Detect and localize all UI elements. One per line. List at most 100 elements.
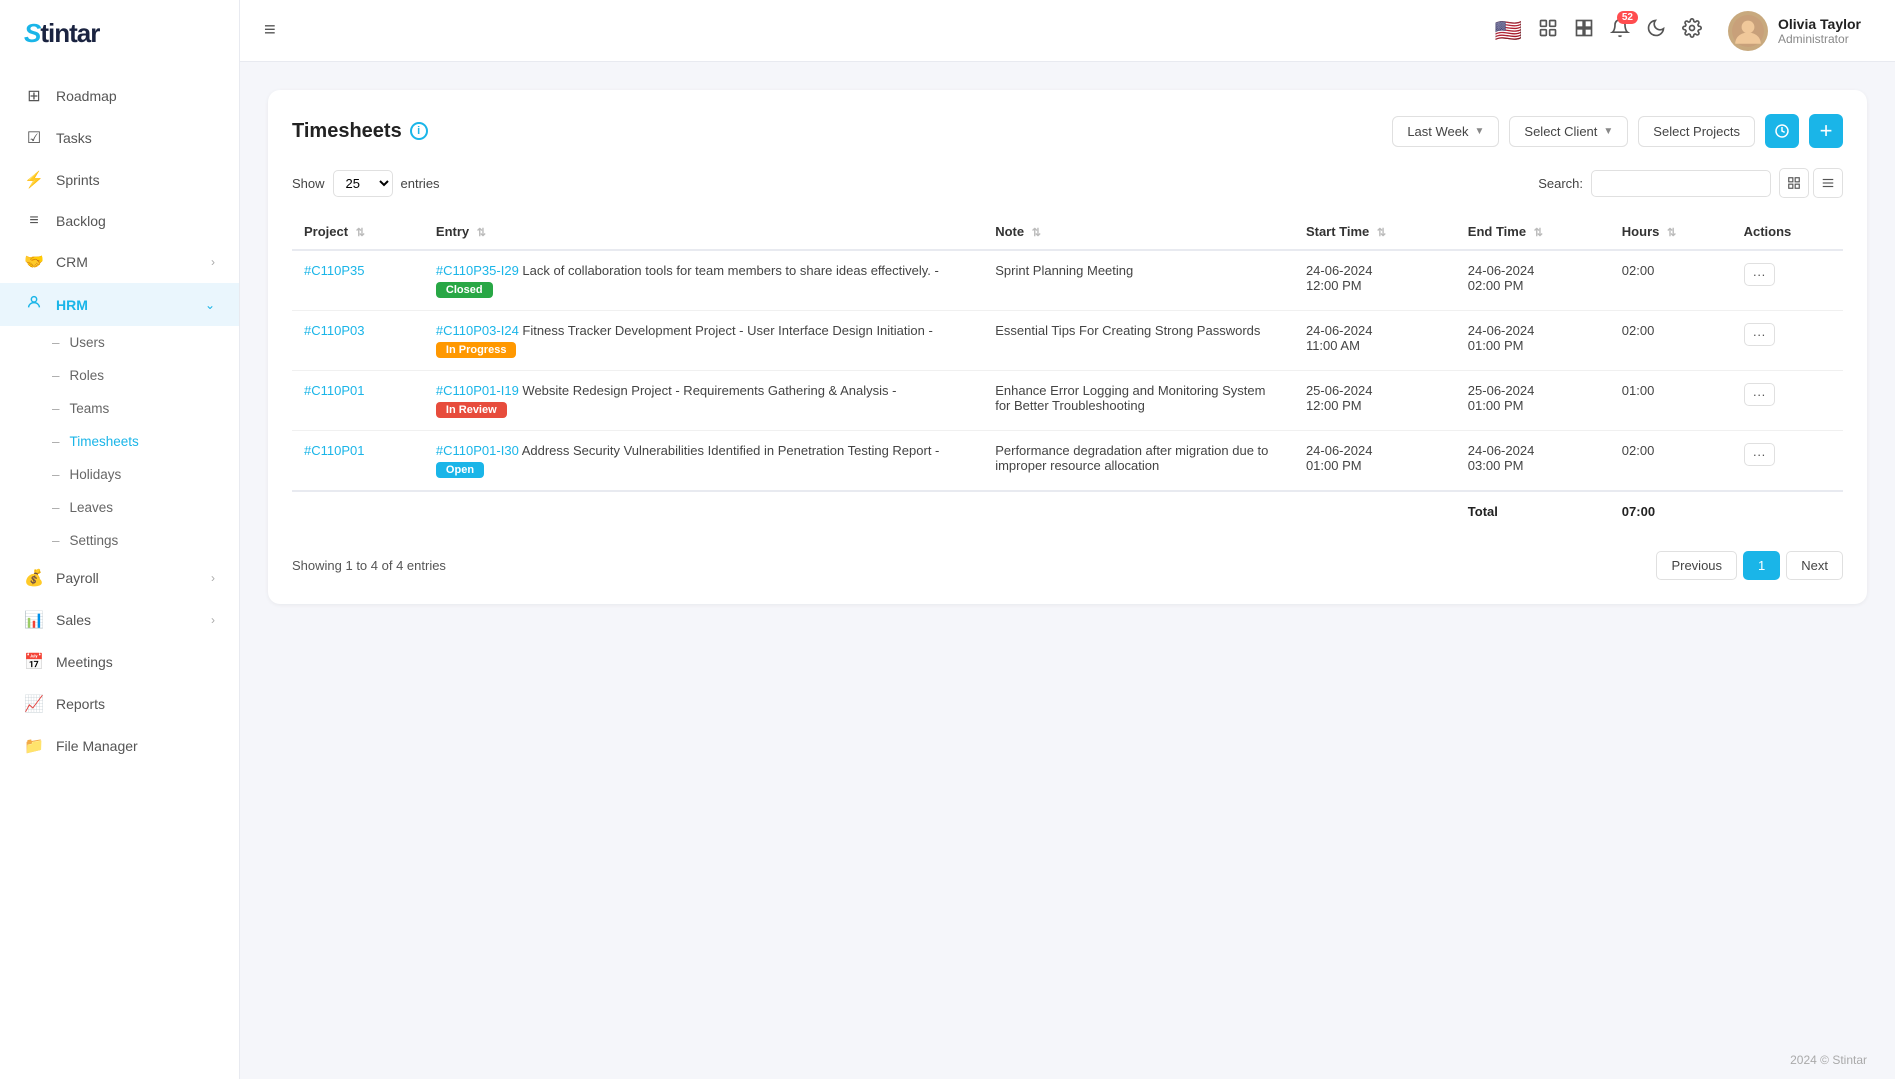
sort-icon: ⇅ xyxy=(356,227,365,239)
cell-start-time-0: 24-06-202412:00 PM xyxy=(1294,250,1456,311)
timesheets-header: Timesheets i Last Week ▼ Select Client ▼ xyxy=(292,114,1843,148)
total-hours: 07:00 xyxy=(1610,491,1732,531)
meetings-icon: 📅 xyxy=(24,652,44,672)
sidebar-item-meetings[interactable]: 📅 Meetings xyxy=(0,641,239,683)
sidebar-nav: ⊞ Roadmap ☑ Tasks ⚡ Sprints ≡ Backlog 🤝 … xyxy=(0,67,239,1079)
info-icon[interactable]: i xyxy=(410,122,428,140)
sidebar-item-roadmap[interactable]: ⊞ Roadmap xyxy=(0,75,239,117)
sort-icon: ⇅ xyxy=(1377,227,1386,239)
col-start-time[interactable]: Start Time ⇅ xyxy=(1294,214,1456,250)
row-actions-button-1[interactable]: ··· xyxy=(1744,323,1775,346)
cell-project-2: #C110P01 xyxy=(292,371,424,431)
sidebar-item-label: Sprints xyxy=(56,172,100,188)
apps-grid-icon[interactable] xyxy=(1538,18,1558,43)
project-link-0[interactable]: #C110P35 xyxy=(304,263,364,278)
table-row: #C110P01 #C110P01-I19 Website Redesign P… xyxy=(292,371,1843,431)
sidebar-item-backlog[interactable]: ≡ Backlog xyxy=(0,201,239,241)
last-week-filter[interactable]: Last Week ▼ xyxy=(1392,116,1499,147)
language-flag-icon[interactable]: 🇺🇸 xyxy=(1495,18,1522,44)
sidebar-sub-item-leaves[interactable]: Leaves xyxy=(0,491,239,524)
cell-note-0: Sprint Planning Meeting xyxy=(983,250,1294,311)
sidebar-sub-item-holidays[interactable]: Holidays xyxy=(0,458,239,491)
grid-view-button[interactable] xyxy=(1779,168,1809,198)
entry-link-1[interactable]: #C110P03-I24 xyxy=(436,323,519,338)
settings-gear-icon[interactable] xyxy=(1682,18,1702,43)
sidebar-item-label: Tasks xyxy=(56,130,92,146)
sort-icon: ⇅ xyxy=(477,227,486,239)
sidebar-item-sprints[interactable]: ⚡ Sprints xyxy=(0,159,239,201)
hrm-arrow-icon: ⌄ xyxy=(205,298,215,312)
entry-link-3[interactable]: #C110P01-I30 xyxy=(436,443,519,458)
entry-link-0[interactable]: #C110P35-I29 xyxy=(436,263,519,278)
user-profile-area[interactable]: Olivia Taylor Administrator xyxy=(1718,5,1871,57)
logo-text: Stintar xyxy=(24,18,99,49)
sidebar-item-file-manager[interactable]: 📁 File Manager xyxy=(0,725,239,767)
sort-icon: ⇅ xyxy=(1032,227,1041,239)
project-link-2[interactable]: #C110P01 xyxy=(304,383,364,398)
sidebar-sub-item-timesheets[interactable]: Timesheets xyxy=(0,425,239,458)
col-entry[interactable]: Entry ⇅ xyxy=(424,214,983,250)
chevron-down-icon: ▼ xyxy=(1603,126,1613,137)
table-row: #C110P35 #C110P35-I29 Lack of collaborat… xyxy=(292,250,1843,311)
avatar xyxy=(1728,11,1768,51)
row-actions-button-3[interactable]: ··· xyxy=(1744,443,1775,466)
select-client-filter[interactable]: Select Client ▼ xyxy=(1509,116,1628,147)
sidebar-sub-item-teams[interactable]: Teams xyxy=(0,392,239,425)
col-end-time[interactable]: End Time ⇅ xyxy=(1456,214,1610,250)
hamburger-button[interactable]: ≡ xyxy=(264,19,276,42)
sidebar-item-reports[interactable]: 📈 Reports xyxy=(0,683,239,725)
row-actions-button-2[interactable]: ··· xyxy=(1744,383,1775,406)
list-view-button[interactable] xyxy=(1813,168,1843,198)
page-1-button[interactable]: 1 xyxy=(1743,551,1780,580)
cell-hours-1: 02:00 xyxy=(1610,311,1732,371)
sidebar-item-payroll[interactable]: 💰 Payroll › xyxy=(0,557,239,599)
previous-button[interactable]: Previous xyxy=(1656,551,1737,580)
search-input[interactable] xyxy=(1591,170,1771,197)
sidebar-item-label: CRM xyxy=(56,254,88,270)
entry-link-2[interactable]: #C110P01-I19 xyxy=(436,383,519,398)
dark-mode-icon[interactable] xyxy=(1646,18,1666,43)
roles-label: Roles xyxy=(70,368,105,383)
backlog-icon: ≡ xyxy=(24,212,44,230)
cell-actions-2: ··· xyxy=(1732,371,1843,431)
pagination-area: Showing 1 to 4 of 4 entries Previous 1 N… xyxy=(292,551,1843,580)
timer-button[interactable] xyxy=(1765,114,1799,148)
search-area: Search: xyxy=(1538,168,1843,198)
sidebar-item-tasks[interactable]: ☑ Tasks xyxy=(0,117,239,159)
topbar-icons: 🇺🇸 52 xyxy=(1495,18,1702,44)
hrm-icon xyxy=(24,294,44,315)
row-actions-button-0[interactable]: ··· xyxy=(1744,263,1775,286)
sidebar-item-label: Reports xyxy=(56,696,105,712)
sidebar-item-label: Meetings xyxy=(56,654,113,670)
project-link-3[interactable]: #C110P01 xyxy=(304,443,364,458)
add-timesheet-button[interactable]: + xyxy=(1809,114,1843,148)
settings-label: Settings xyxy=(70,533,119,548)
select-projects-filter[interactable]: Select Projects xyxy=(1638,116,1755,147)
next-button[interactable]: Next xyxy=(1786,551,1843,580)
col-note[interactable]: Note ⇅ xyxy=(983,214,1294,250)
col-hours[interactable]: Hours ⇅ xyxy=(1610,214,1732,250)
sidebar-item-crm[interactable]: 🤝 CRM › xyxy=(0,241,239,283)
notification-bell-icon[interactable]: 52 xyxy=(1610,18,1630,43)
timesheets-card: Timesheets i Last Week ▼ Select Client ▼ xyxy=(268,90,1867,604)
layout-icon[interactable] xyxy=(1574,18,1594,43)
cell-start-time-1: 24-06-202411:00 AM xyxy=(1294,311,1456,371)
project-link-1[interactable]: #C110P03 xyxy=(304,323,364,338)
sidebar-sub-item-users[interactable]: Users xyxy=(0,326,239,359)
payroll-arrow-icon: › xyxy=(211,571,215,585)
sidebar-item-hrm[interactable]: HRM ⌄ xyxy=(0,283,239,326)
sidebar-sub-item-roles[interactable]: Roles xyxy=(0,359,239,392)
cell-note-3: Performance degradation after migration … xyxy=(983,431,1294,492)
table-row: #C110P01 #C110P01-I30 Address Security V… xyxy=(292,431,1843,492)
entries-per-page-select[interactable]: 10 25 50 100 xyxy=(333,170,393,197)
entry-desc-2: Website Redesign Project - Requirements … xyxy=(522,383,896,398)
cell-end-time-2: 25-06-202401:00 PM xyxy=(1456,371,1610,431)
col-project[interactable]: Project ⇅ xyxy=(292,214,424,250)
timesheets-filters: Last Week ▼ Select Client ▼ Select Proje… xyxy=(1392,114,1843,148)
sidebar-sub-item-settings[interactable]: Settings xyxy=(0,524,239,557)
status-badge-1: In Progress xyxy=(436,342,517,358)
cell-end-time-1: 24-06-202401:00 PM xyxy=(1456,311,1610,371)
cell-entry-2: #C110P01-I19 Website Redesign Project - … xyxy=(424,371,983,431)
sidebar-item-sales[interactable]: 📊 Sales › xyxy=(0,599,239,641)
show-entries-area: Show 10 25 50 100 entries xyxy=(292,170,440,197)
